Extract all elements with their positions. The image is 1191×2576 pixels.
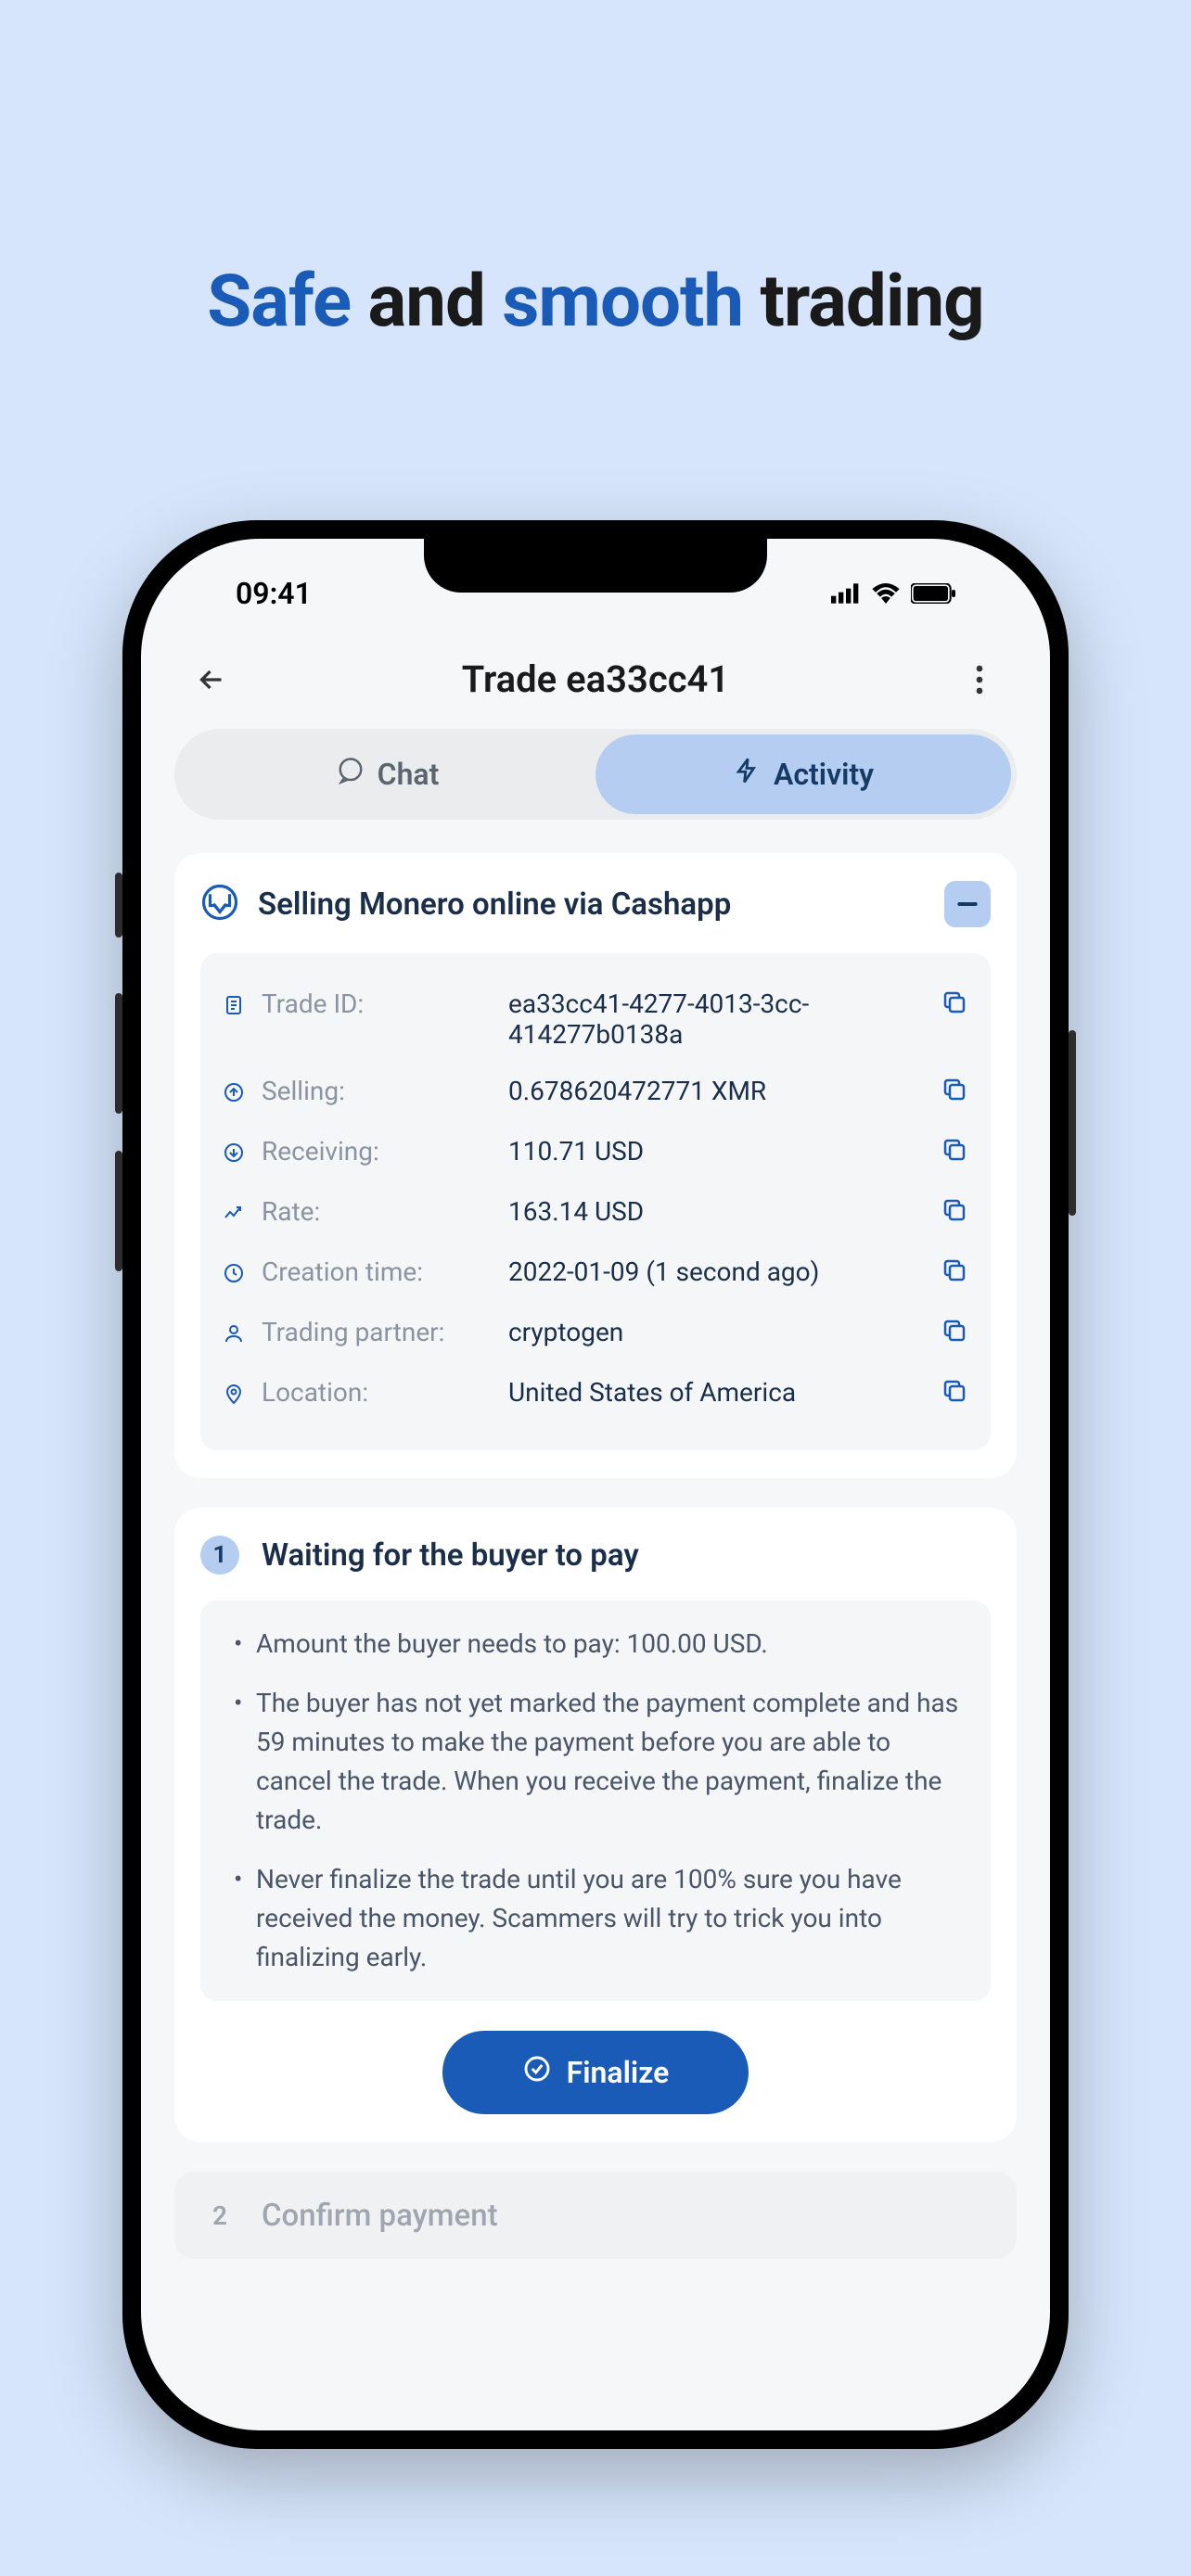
collapse-button[interactable] bbox=[944, 881, 991, 927]
step1-card: 1 Waiting for the buyer to pay Amount th… bbox=[174, 1508, 1017, 2142]
app-header: Trade ea33cc41 bbox=[174, 631, 1017, 729]
detail-creation-time: Creation time: 2022-01-09 (1 second ago) bbox=[223, 1243, 968, 1304]
copy-button[interactable] bbox=[941, 1256, 968, 1284]
step2-row[interactable]: 2 Confirm payment bbox=[174, 2172, 1017, 2259]
location-icon bbox=[223, 1377, 247, 1411]
battery-icon bbox=[911, 576, 955, 611]
phone-mockup: 09:41 Trade ea33cc41 Ch bbox=[122, 520, 1069, 2449]
tab-chat[interactable]: Chat bbox=[180, 734, 596, 814]
marketing-headline: Safe and smooth trading bbox=[207, 260, 984, 344]
copy-button[interactable] bbox=[941, 1196, 968, 1224]
arrow-up-circle-icon bbox=[223, 1076, 247, 1110]
step1-title: Waiting for the buyer to pay bbox=[262, 1537, 639, 1574]
trade-details: Trade ID: ea33cc41-4277-4013-3cc-414277b… bbox=[200, 953, 991, 1450]
detail-trading-partner: Trading partner: cryptogen bbox=[223, 1304, 968, 1364]
tab-bar: Chat Activity bbox=[174, 729, 1017, 820]
lightning-icon bbox=[733, 757, 761, 792]
trend-icon bbox=[223, 1196, 247, 1231]
clock-icon bbox=[223, 1256, 247, 1291]
tab-activity-label: Activity bbox=[774, 757, 874, 792]
cellular-icon bbox=[831, 576, 861, 611]
arrow-down-circle-icon bbox=[223, 1136, 247, 1170]
trade-title: Selling Monero online via Cashapp bbox=[258, 886, 926, 923]
step-number-1: 1 bbox=[200, 1536, 239, 1575]
detail-selling: Selling: 0.678620472771 XMR bbox=[223, 1063, 968, 1123]
detail-rate: Rate: 163.14 USD bbox=[223, 1183, 968, 1243]
tab-chat-label: Chat bbox=[378, 757, 440, 792]
tab-activity[interactable]: Activity bbox=[596, 734, 1011, 814]
finalize-button[interactable]: Finalize bbox=[442, 2031, 749, 2114]
detail-receiving: Receiving: 110.71 USD bbox=[223, 1123, 968, 1183]
step2-title: Confirm payment bbox=[262, 2198, 498, 2234]
chat-icon bbox=[337, 757, 365, 792]
step1-info: Amount the buyer needs to pay: 100.00 US… bbox=[200, 1600, 991, 2001]
back-button[interactable] bbox=[191, 659, 232, 700]
wifi-icon bbox=[872, 576, 900, 611]
detail-trade-id: Trade ID: ea33cc41-4277-4013-3cc-414277b… bbox=[223, 976, 968, 1063]
step-number-2: 2 bbox=[200, 2196, 239, 2235]
copy-button[interactable] bbox=[941, 988, 968, 1016]
finalize-label: Finalize bbox=[567, 2055, 670, 2090]
copy-button[interactable] bbox=[941, 1076, 968, 1103]
info-bullet: The buyer has not yet marked the payment… bbox=[228, 1684, 963, 1840]
trade-summary-card: Selling Monero online via Cashapp Trade … bbox=[174, 853, 1017, 1478]
info-bullet: Never finalize the trade until you are 1… bbox=[228, 1860, 963, 1977]
copy-button[interactable] bbox=[941, 1377, 968, 1405]
more-menu-button[interactable] bbox=[959, 659, 1000, 700]
check-circle-icon bbox=[522, 2054, 552, 2091]
page-title: Trade ea33cc41 bbox=[232, 657, 959, 701]
detail-location: Location: United States of America bbox=[223, 1364, 968, 1424]
copy-button[interactable] bbox=[941, 1317, 968, 1345]
status-time: 09:41 bbox=[236, 576, 312, 611]
copy-button[interactable] bbox=[941, 1136, 968, 1164]
monero-icon bbox=[200, 883, 239, 925]
document-icon bbox=[223, 988, 247, 1023]
user-icon bbox=[223, 1317, 247, 1351]
info-bullet: Amount the buyer needs to pay: 100.00 US… bbox=[228, 1625, 963, 1664]
